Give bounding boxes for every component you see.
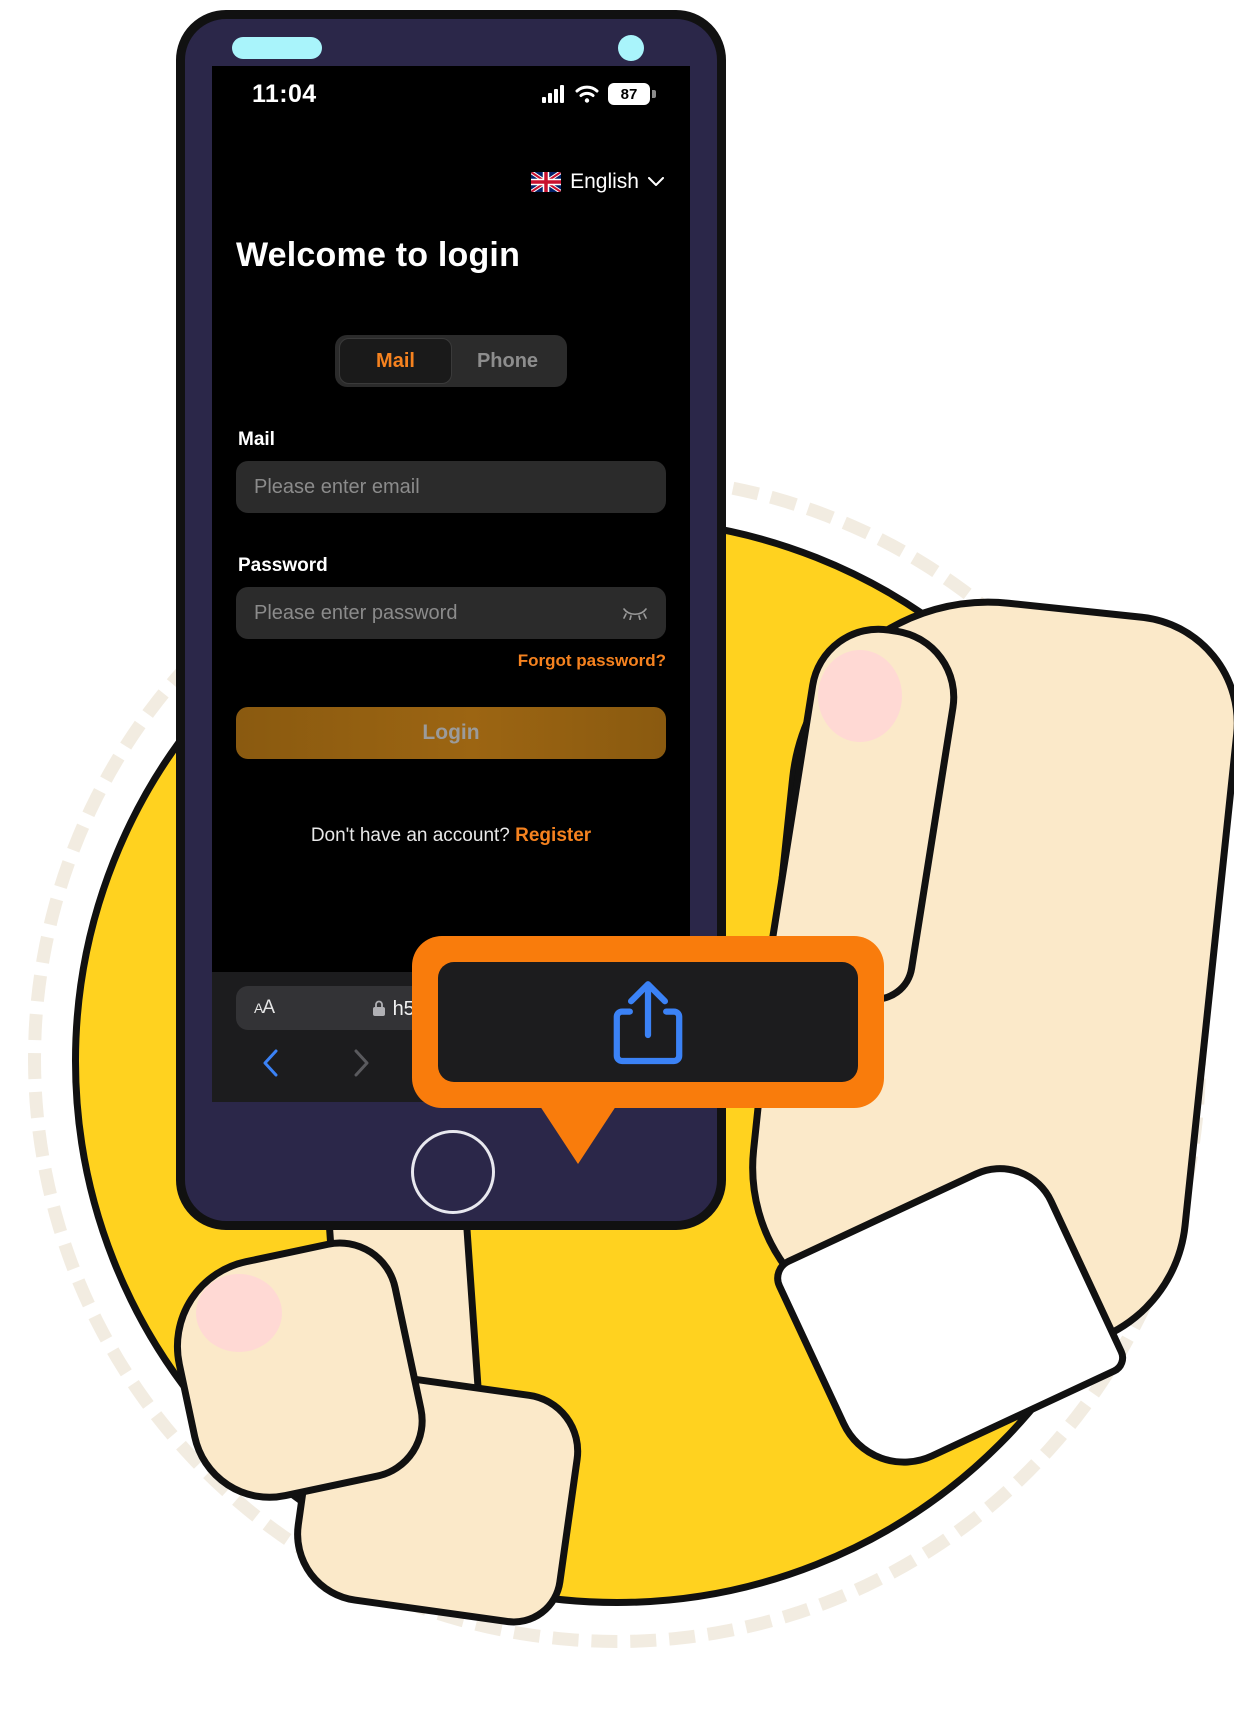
lock-icon (372, 1000, 385, 1016)
mail-field-group: Mail Please enter email (236, 429, 666, 513)
back-button[interactable] (248, 1044, 294, 1082)
home-button-icon (411, 1130, 495, 1214)
signup-prompt-row: Don't have an account? Register (212, 825, 690, 847)
status-indicators: 87 (542, 83, 656, 105)
register-link[interactable]: Register (515, 825, 591, 846)
password-placeholder: Please enter password (254, 601, 458, 624)
thumb-nail (818, 650, 902, 742)
signal-bars-icon (542, 85, 564, 103)
password-input[interactable]: Please enter password (236, 587, 666, 639)
language-label: English (570, 170, 639, 193)
speaker-grill-icon (232, 37, 322, 59)
chevron-left-icon (263, 1049, 278, 1077)
knuckle-nail (196, 1274, 282, 1352)
language-selector[interactable]: English (531, 170, 664, 194)
password-label: Password (238, 555, 328, 576)
callout-inner (438, 962, 858, 1082)
share-callout (412, 936, 884, 1108)
mail-label: Mail (238, 429, 275, 450)
battery-icon: 87 (608, 83, 656, 105)
tab-phone[interactable]: Phone (452, 339, 563, 383)
illustration-stage: 11:04 87 English Welcome to login Mail P… (0, 0, 1234, 1729)
login-page: English Welcome to login Mail Phone Mail… (212, 122, 690, 847)
tab-mail[interactable]: Mail (339, 338, 452, 384)
front-camera-icon (618, 35, 644, 61)
forward-button[interactable] (338, 1044, 384, 1082)
eye-off-icon[interactable] (622, 606, 648, 620)
battery-level: 87 (620, 85, 638, 103)
email-placeholder: Please enter email (254, 475, 420, 498)
chevron-down-icon (648, 177, 664, 186)
password-field-group: Password Please enter password (236, 555, 666, 639)
login-button[interactable]: Login (236, 707, 666, 759)
uk-flag-icon (531, 172, 562, 192)
chevron-right-icon (354, 1049, 369, 1077)
callout-arrow (536, 1100, 620, 1164)
login-method-tabs: Mail Phone (335, 335, 567, 387)
email-input[interactable]: Please enter email (236, 461, 666, 513)
status-bar: 11:04 87 (212, 66, 690, 122)
forgot-password-link[interactable]: Forgot password? (212, 651, 666, 671)
status-time: 11:04 (252, 79, 317, 108)
language-row: English (212, 122, 690, 194)
wifi-icon (575, 85, 599, 103)
share-icon[interactable] (609, 976, 687, 1068)
page-title: Welcome to login (236, 236, 521, 274)
signup-prompt-text: Don't have an account? (310, 825, 510, 846)
